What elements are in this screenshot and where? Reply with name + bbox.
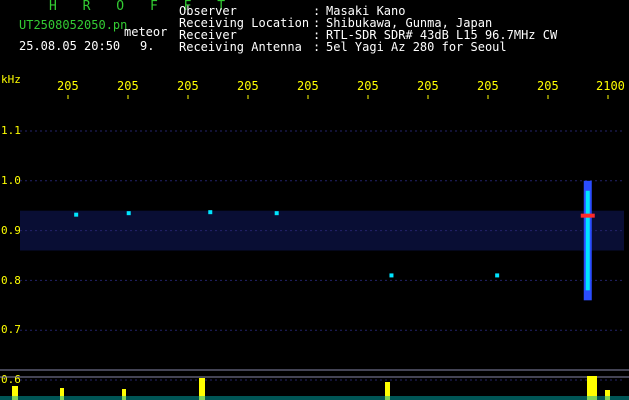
x-tick: 2100 — [596, 79, 625, 93]
datetime-label: 25.08.05 20:50 — [19, 39, 121, 53]
meteor-echo-peak — [580, 213, 595, 218]
meteor-echo — [389, 273, 394, 278]
x-tick: 205 — [477, 79, 499, 93]
antenna-label: Receiving Antenna — [179, 40, 302, 54]
meteor-echo — [74, 212, 79, 217]
x-tick: 205 — [177, 79, 199, 93]
spectrogram-screen: H R O F F T UT2508052050.pn meteor 25.08… — [0, 0, 629, 400]
meteor-count: 9. — [140, 39, 155, 53]
x-tick: 205 — [357, 79, 379, 93]
meteor-label: meteor — [124, 25, 168, 39]
activity-baseline — [0, 396, 629, 400]
meteor-echo — [495, 273, 500, 278]
meteor-echo — [274, 211, 279, 216]
antenna-colon: : — [313, 40, 321, 54]
x-tick: 205 — [417, 79, 439, 93]
x-tick: 205 — [237, 79, 259, 93]
meteor-echo — [208, 210, 213, 215]
x-tick: 205 — [297, 79, 319, 93]
x-tick: 205 — [537, 79, 559, 93]
y-axis-unit: kHz — [1, 73, 21, 86]
file-name: UT2508052050.pn — [19, 18, 128, 32]
spectrogram-plot — [0, 95, 629, 400]
meteor-echo-main-core — [585, 190, 590, 291]
x-tick: 205 — [117, 79, 139, 93]
x-tick: 205 — [57, 79, 79, 93]
antenna-value: 5el Yagi Az 280 for Seoul — [326, 40, 507, 54]
meteor-echo — [126, 211, 131, 216]
